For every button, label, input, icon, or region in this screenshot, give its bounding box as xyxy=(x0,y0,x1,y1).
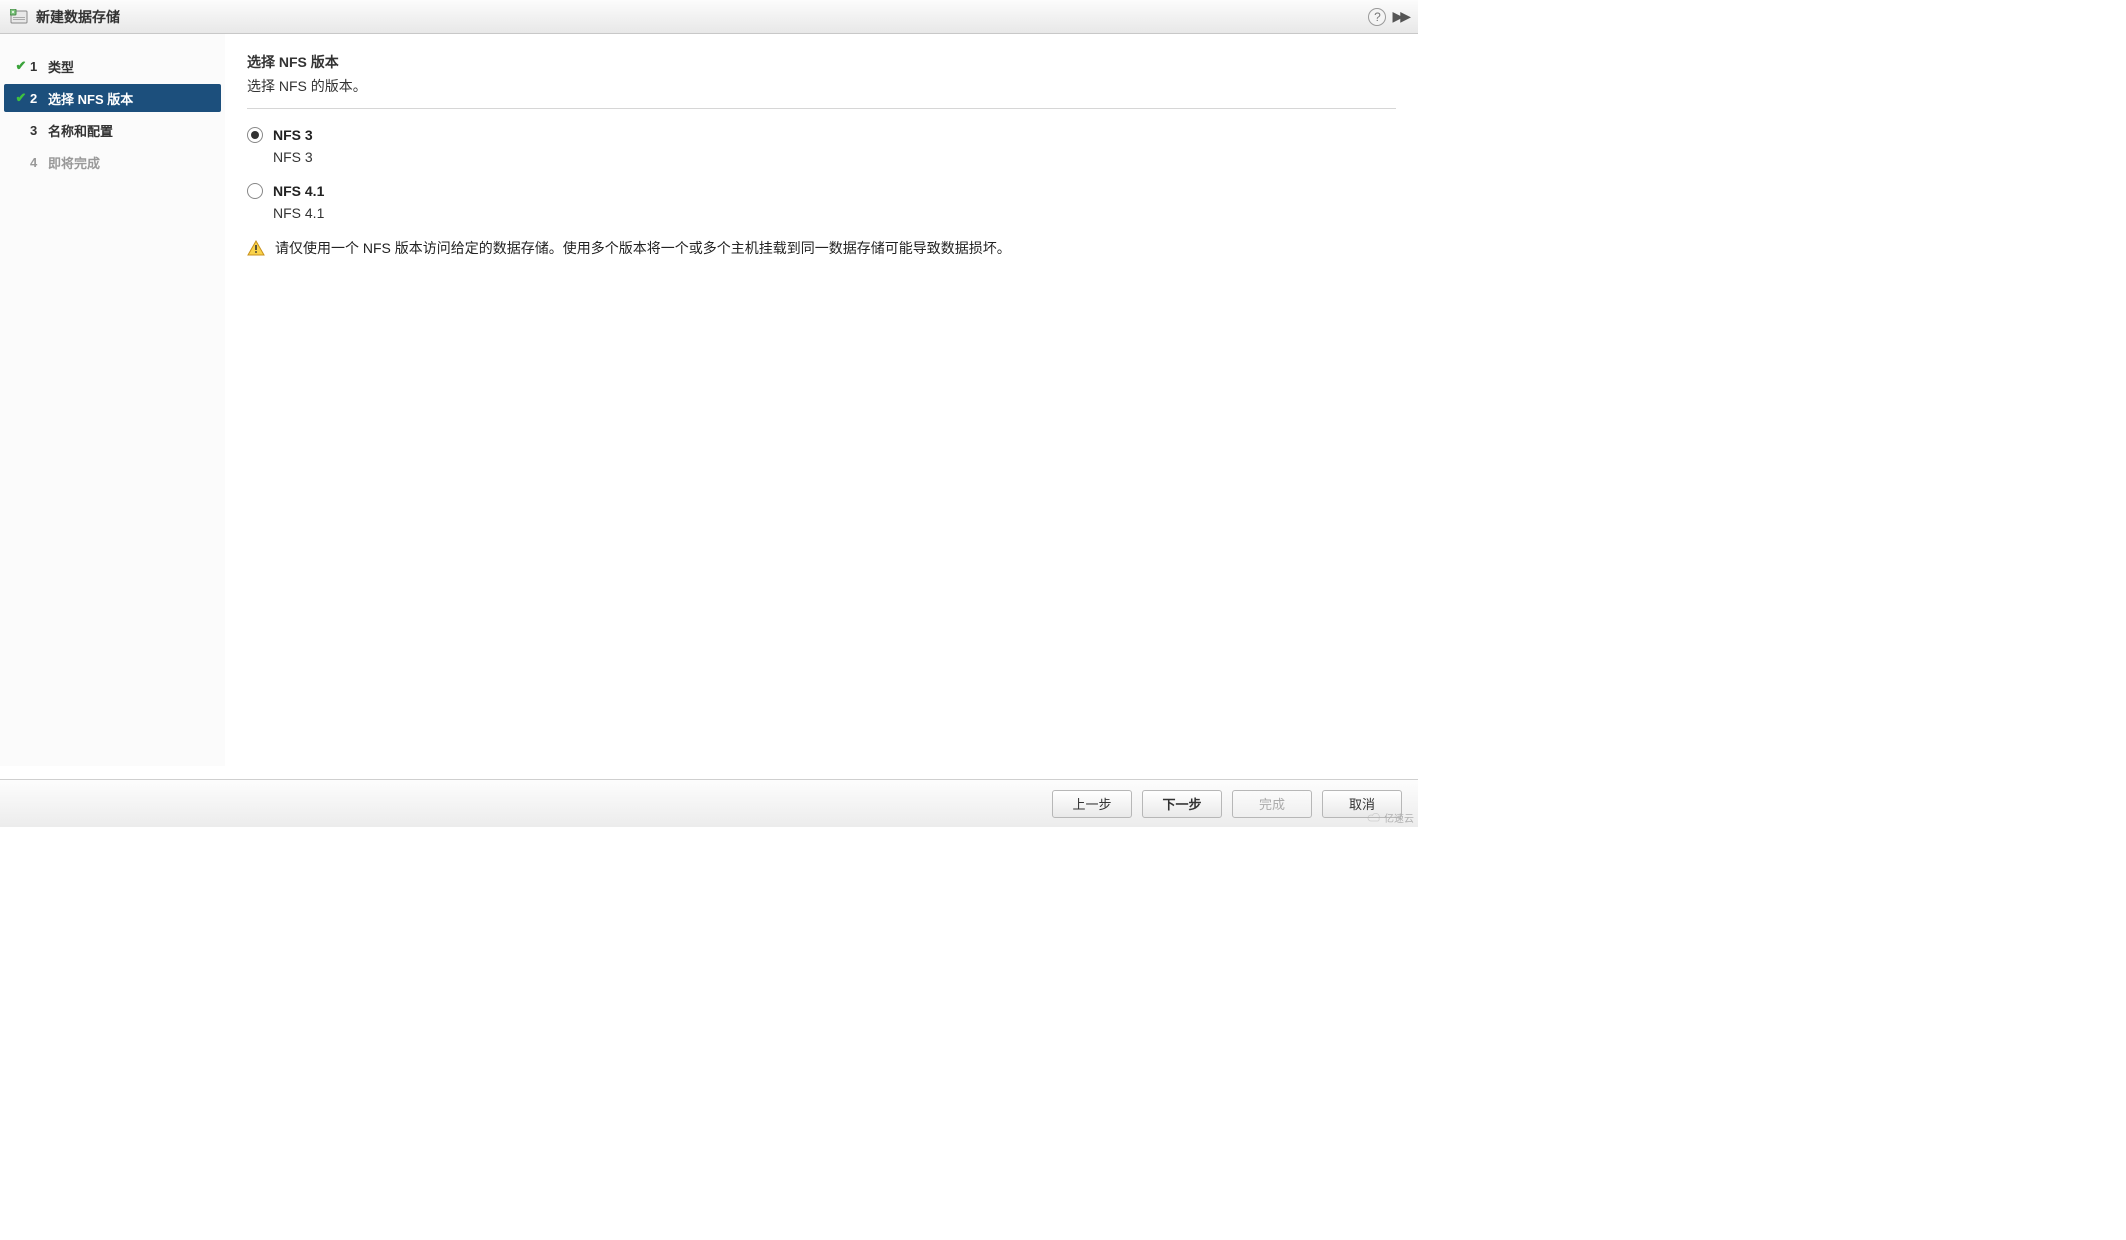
content-subtitle: 选择 NFS 的版本。 xyxy=(247,76,1396,96)
datastore-icon xyxy=(10,9,28,25)
next-button[interactable]: 下一步 xyxy=(1142,790,1222,818)
divider xyxy=(247,108,1396,109)
warning-message: 请仅使用一个 NFS 版本访问给定的数据存储。使用多个版本将一个或多个主机挂载到… xyxy=(247,239,1396,259)
content-title: 选择 NFS 版本 xyxy=(247,52,1396,72)
watermark: 亿速云 xyxy=(1367,810,1414,825)
title-bar: 新建数据存储 ? ▶▶ xyxy=(0,0,1418,34)
wizard-step-ready: 4 即将完成 xyxy=(4,148,221,176)
radio-icon[interactable] xyxy=(247,183,263,199)
dialog-title: 新建数据存储 xyxy=(36,7,1368,27)
nfs-version-radio-group: NFS 3 NFS 3 NFS 4.1 NFS 4.1 xyxy=(247,127,1396,221)
cloud-icon xyxy=(1367,813,1381,823)
radio-option-nfs3[interactable]: NFS 3 NFS 3 xyxy=(247,127,1396,165)
step-label: 选择 NFS 版本 xyxy=(48,89,133,108)
expand-icon[interactable]: ▶▶ xyxy=(1392,8,1408,25)
radio-description: NFS 4.1 xyxy=(273,205,1396,221)
check-icon: ✔ xyxy=(12,90,30,106)
back-button[interactable]: 上一步 xyxy=(1052,790,1132,818)
warning-icon xyxy=(247,240,265,256)
wizard-step-type[interactable]: ✔ 1 类型 xyxy=(4,52,221,80)
step-label: 名称和配置 xyxy=(48,121,113,140)
wizard-step-name-config[interactable]: 3 名称和配置 xyxy=(4,116,221,144)
watermark-text: 亿速云 xyxy=(1384,810,1414,825)
step-number: 3 xyxy=(30,123,44,138)
step-label: 即将完成 xyxy=(48,153,100,172)
wizard-footer: 上一步 下一步 完成 取消 xyxy=(0,779,1418,827)
help-icon[interactable]: ? xyxy=(1368,8,1386,26)
step-label: 类型 xyxy=(48,57,74,76)
radio-description: NFS 3 xyxy=(273,149,1396,165)
step-number: 2 xyxy=(30,91,44,106)
radio-label: NFS 4.1 xyxy=(273,183,324,199)
radio-icon[interactable] xyxy=(247,127,263,143)
warning-text: 请仅使用一个 NFS 版本访问给定的数据存储。使用多个版本将一个或多个主机挂载到… xyxy=(275,239,1011,259)
wizard-sidebar: ✔ 1 类型 ✔ 2 选择 NFS 版本 3 名称和配置 4 即将完成 xyxy=(0,34,225,766)
check-icon: ✔ xyxy=(12,58,30,74)
radio-label: NFS 3 xyxy=(273,127,313,143)
radio-option-nfs41[interactable]: NFS 4.1 NFS 4.1 xyxy=(247,183,1396,221)
step-number: 1 xyxy=(30,59,44,74)
finish-button: 完成 xyxy=(1232,790,1312,818)
step-number: 4 xyxy=(30,155,44,170)
wizard-step-nfs-version[interactable]: ✔ 2 选择 NFS 版本 xyxy=(4,84,221,112)
wizard-content: 选择 NFS 版本 选择 NFS 的版本。 NFS 3 NFS 3 NFS 4.… xyxy=(225,34,1418,766)
